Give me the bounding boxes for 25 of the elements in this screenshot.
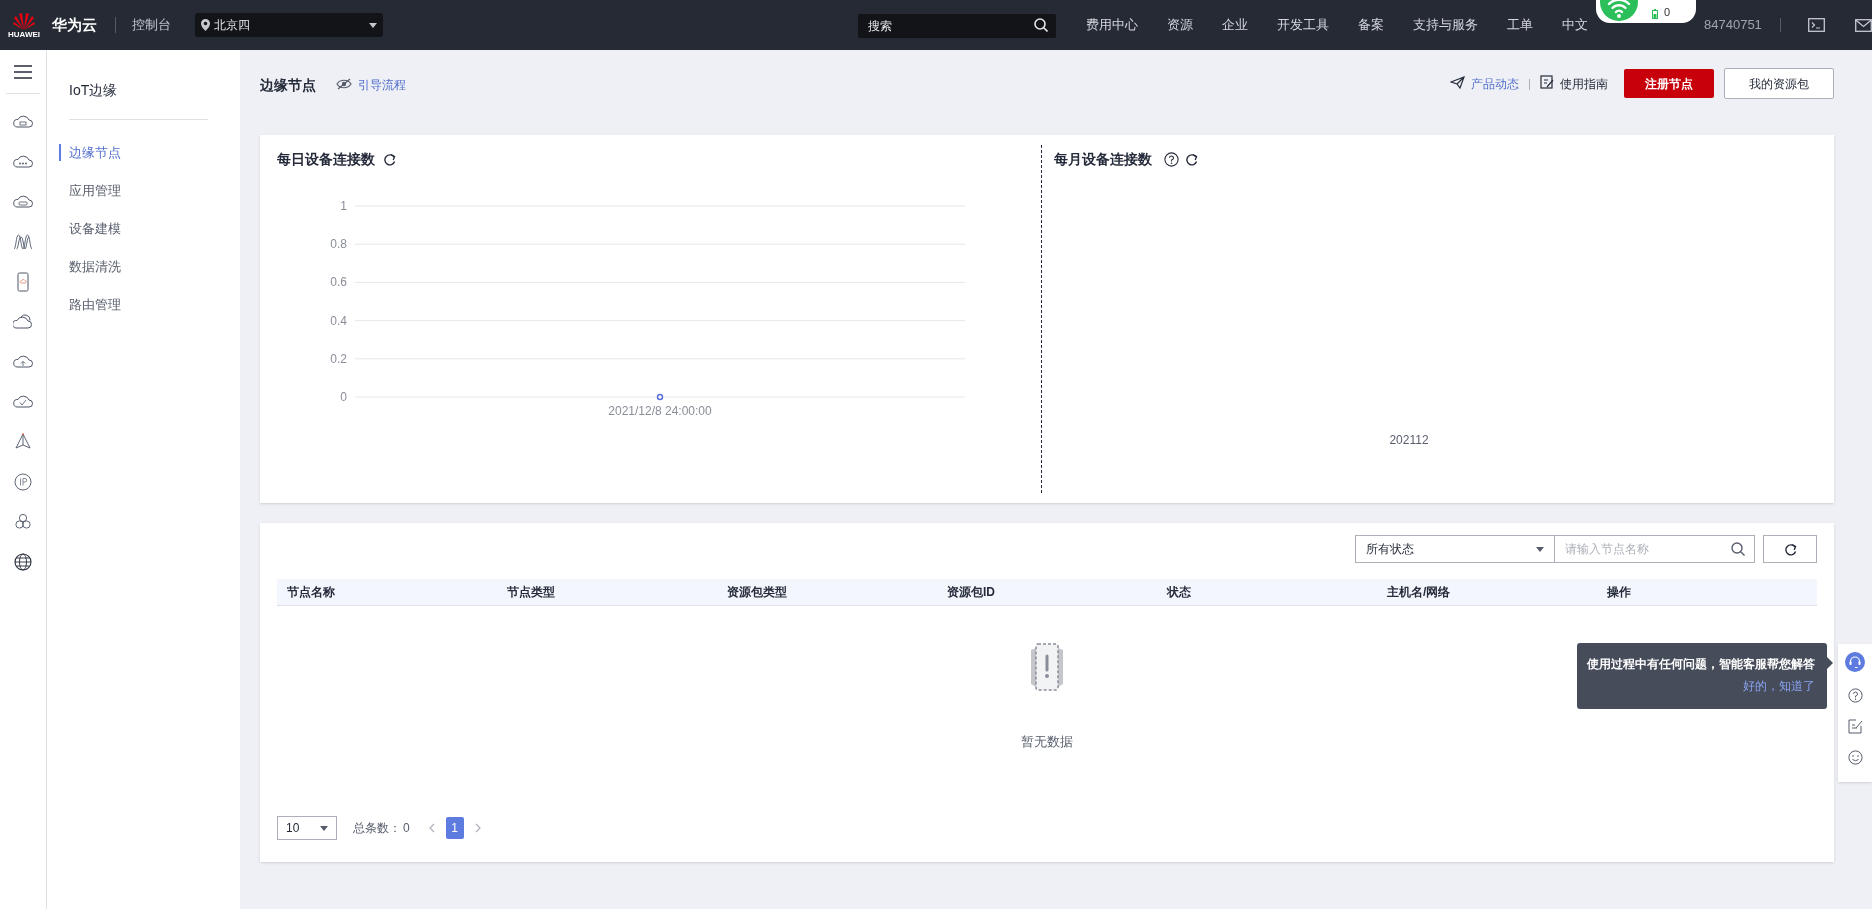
tooltip-text: 使用过程中有任何问题，智能客服帮您解答 (1587, 656, 1815, 673)
total-label: 总条数： (353, 820, 401, 837)
column-header: 操作 (1606, 584, 1632, 601)
column-header: 节点名称 (286, 584, 336, 601)
axis-tick-label: 0.6 (330, 275, 347, 290)
column-header: 主机名/网络 (1386, 584, 1452, 601)
axis-tick-label: 0.4 (330, 313, 347, 328)
logo-text: HUAWEI (8, 30, 40, 39)
count-text: 0 (1664, 7, 1671, 18)
axis-category-label: 202112 (1389, 433, 1429, 447)
axis-tick-label: 0.2 (330, 351, 347, 366)
empty-state-text: 暂无数据 (1021, 733, 1073, 751)
column-header: 状态 (1165, 584, 1192, 601)
chart-title: 每日设备连接数 (277, 150, 375, 169)
axis-tick-label: 0.8 (330, 237, 347, 252)
column-header: 资源包类型 (726, 584, 788, 601)
chart-title: 每月设备连接数 (1054, 150, 1152, 169)
page-title: 边缘节点 (260, 76, 316, 95)
axis-tick-label: 1 (340, 199, 347, 213)
axis-category-label: 2021/12/8 24:00:00 (608, 404, 712, 418)
column-header: 节点类型 (506, 584, 556, 601)
axis-tick-label: 0 (340, 390, 347, 404)
nav-title: IoT边缘 (68, 81, 119, 100)
column-header: 资源包ID (946, 584, 996, 601)
total-count: 0 (403, 820, 410, 837)
